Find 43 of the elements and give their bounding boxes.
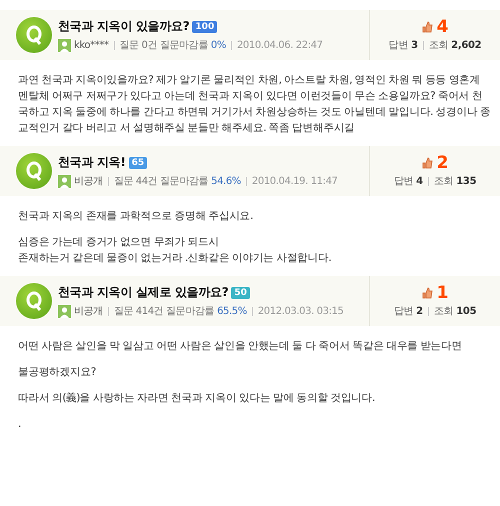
question-title[interactable]: 천국과 지옥이 있을까요?: [58, 18, 190, 35]
thumbs-up-icon: [422, 21, 433, 33]
body-text: 천국과 지옥의 존재를 과학적으로 증명해 주십시요.: [18, 209, 254, 224]
thumbs-up-icon: [422, 157, 433, 169]
body-text: .: [18, 417, 22, 432]
points-badge: 65: [128, 156, 148, 168]
points-badge: 50: [231, 286, 250, 298]
body-text: 심증은 가는데 증거가 없으면 무죄가 되드시 존재하는거 같은데 물증이 없는거라 .신화같은 이야기는 사절합니다.: [18, 235, 332, 266]
view-count: 조회 135: [434, 175, 476, 188]
user-name[interactable]: 비공개: [74, 304, 103, 318]
question-title[interactable]: 천국과 지옥!: [58, 154, 126, 171]
post-date: 2010.04.06. 22:47: [236, 40, 323, 50]
body-text: 불공평하겠지요?: [18, 365, 97, 380]
like-count: 4: [436, 18, 448, 36]
question-icon: [16, 153, 52, 189]
avatar-icon: [58, 38, 71, 52]
post-date: 2012.03.03. 03:15: [258, 306, 344, 316]
view-count: 조회 2,602: [428, 39, 482, 52]
body-text: 과연 천국과 지옥이있을까요? 제가 알기론 물리적인 차원, 아스트랄 차원, 영적인 차원 뭐 등등 영혼계 멘탈체 어쩌구 저쩌구가 있다고 아는데 천국과 지옥이 있다면 이런것들이 무슨 소용일까요? 죽어서 천국하고 지옥 둘중에 하나를 간다고 하면뭐 거기가서 차원상승하는 것도 아닐텐데 말입니다. 성경이나 종교적인거 갈다 버리고 서 설명해주실 분들만 해주세요. 쪽좀 답변해주시길: [18, 73, 492, 136]
body-text: 어떤 사람은 살인을 막 일삼고 어떤 사람은 살인을 안했는데 둘 다 죽어서 똑같은 대우를 받는다면: [18, 339, 463, 354]
user-name[interactable]: 비공개: [74, 174, 103, 188]
like-count: 2: [436, 154, 448, 172]
answer-count: 답변 2: [394, 305, 423, 318]
avatar-icon: [58, 174, 71, 188]
like-count: 1: [436, 284, 448, 302]
thumbs-up-icon: [422, 287, 433, 299]
question-icon: [16, 17, 52, 53]
question-title[interactable]: 천국과 지옥이 실제로 있을까요?: [58, 284, 228, 301]
view-count: 조회 105: [434, 305, 476, 318]
close-rate: 0%: [210, 40, 226, 50]
body-text: 따라서 의(義)을 사랑하는 자라면 천국과 지옥이 있다는 말에 동의할 것입니다.: [18, 391, 376, 406]
answer-count: 답변 4: [394, 175, 423, 188]
avatar-icon: [58, 304, 71, 318]
question-count: 질문 0건 질문마감률: [120, 39, 208, 52]
question-count: 질문 44건 질문마감률: [114, 175, 208, 188]
close-rate: 54.6%: [211, 176, 241, 186]
points-badge: 100: [192, 20, 218, 32]
user-name[interactable]: kko****: [74, 40, 109, 50]
close-rate: 65.5%: [217, 306, 247, 316]
question-count: 질문 414건 질문마감률: [114, 305, 214, 318]
question-icon: [16, 283, 52, 319]
post-date: 2010.04.19. 11:47: [252, 176, 338, 186]
answer-count: 답변 3: [388, 39, 418, 52]
